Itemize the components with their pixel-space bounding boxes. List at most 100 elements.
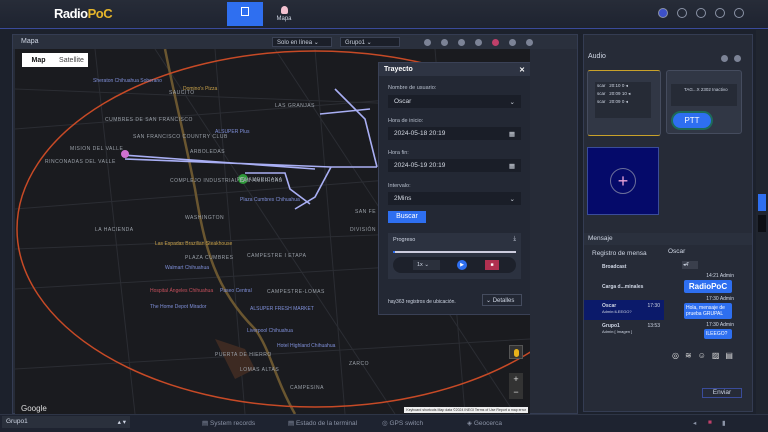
progress-slider[interactable] [393,251,516,253]
trajectory-panel: Trayecto ✕ Nombre de usuario: Oscar ⌄ Hora… [378,62,530,315]
gear-icon[interactable] [696,8,706,18]
message-bubble[interactable]: Hola, mensaje de prueba GRUPAL [684,303,732,319]
recording-list[interactable]: scar 20:10 0 ◂ scar 20:09 10 ◂ scar 20:0… [595,82,651,118]
map-poi[interactable]: Hospital Ángeles Chihuahua [150,288,213,294]
tab-mapa[interactable]: Mapa [266,2,302,26]
play-button[interactable]: ▶ [457,260,467,270]
field-label: Hora fin: [388,150,409,156]
volume-icon[interactable]: ◂ [693,419,696,427]
map-attribution[interactable]: Keyboard shortcuts Map data ©2024 INEGI … [404,407,528,413]
route-icon[interactable] [475,39,482,46]
conversation-item[interactable]: Grupo1 13:53 Admin:[ Imagen ] [584,320,664,340]
map-poi[interactable]: Plaza Cumbres Chihuahua [240,197,300,203]
map-label: LOMAS ALTAS [240,367,280,373]
logo: RadioPoC [54,6,113,21]
map-label: CAMPESTRE I ETAPA [247,253,307,259]
recording-row[interactable]: scar 20:10 0 ◂ [595,82,651,90]
field-label: Hora de inicio: [388,118,424,124]
map-poi[interactable]: Liverpool Chihuahua [247,328,293,334]
side-tab-icon[interactable] [758,215,766,232]
map-label: MISION DEL VALLE [70,146,124,152]
mic-icon[interactable]: ▮ [722,419,726,427]
plus-icon: + [610,168,636,194]
terminal-status-button[interactable]: ▤ Estado de la terminal [288,419,357,427]
zoom-in-button[interactable]: + [509,373,523,386]
side-strip [756,30,768,414]
recording-row[interactable]: scar 20:09 10 ◂ [595,90,651,98]
right-panel: Audio scar 20:10 0 ◂ scar 20:09 10 ◂ sca… [583,34,753,412]
chat-toolbar[interactable]: ◎≋☺▨▤ [672,351,739,360]
search-button[interactable]: Buscar [388,211,426,223]
playback-box: Progreso ⤓ 1x ⌄ ▶ ■ [388,233,521,279]
map-toggle-map[interactable]: Map [22,57,55,64]
top-bar: RadioPoC Mapa [0,0,768,29]
map-poi[interactable]: Sheraton Chihuahua Soberano [93,78,162,84]
zoom-control[interactable]: + − [509,373,523,399]
system-records-button[interactable]: ▤ System records [202,419,255,427]
select-value: Oscar [394,98,412,105]
lock-icon[interactable] [715,8,725,18]
gps-switch-button[interactable]: ◎ GPS switch [382,419,423,427]
voice-message[interactable]: ◂4' [682,261,698,269]
message-bubble[interactable]: ILEEGO? [704,329,732,339]
map-poi[interactable]: Paseo Central [220,288,252,294]
street-view-pegman-icon[interactable] [509,345,523,359]
playback-controls: 1x ⌄ ▶ ■ [393,257,516,273]
map-poi[interactable]: The Home Depot Mirador [150,304,206,310]
map-toggle-satellite[interactable]: Satellite [55,57,88,64]
map-type-toggle[interactable]: Map Satellite [22,53,88,67]
conversation-item[interactable]: Carga d...minales [584,280,664,300]
tab-dispatch[interactable] [227,2,263,26]
side-tab-music-icon[interactable] [758,194,766,211]
tool-icon[interactable] [441,39,448,46]
recording-row[interactable]: scar 20:09 0 ◂ [595,98,651,106]
details-button[interactable]: ⌄ Detalles [482,294,522,306]
mic-icon[interactable] [734,55,741,62]
ptt-button[interactable]: PTT [673,113,711,128]
stop-button[interactable]: ■ [485,260,499,270]
speaker-icon[interactable] [721,55,728,62]
power-icon[interactable] [734,8,744,18]
tool-icon[interactable] [458,39,465,46]
trajectory-icon[interactable] [492,39,499,46]
tool-icon[interactable] [526,39,533,46]
add-audio-slot[interactable]: + [587,147,659,215]
settings-icon[interactable] [677,8,687,18]
start-time-input[interactable]: 2024-05-18 20:19 ▦ [388,127,521,140]
zoom-out-button[interactable]: − [509,386,523,399]
send-button[interactable]: Enviar [702,388,742,398]
chevron-down-icon: ⌄ [509,99,515,106]
close-icon[interactable]: ✕ [519,66,525,74]
tool-icon[interactable] [424,39,431,46]
map-poi[interactable]: ALSUPER FRESH MARKET [250,306,314,312]
download-icon[interactable]: ⤓ [513,236,516,243]
online-filter-select[interactable]: Solo en línea ⌄ [272,37,332,47]
speed-select[interactable]: 1x ⌄ [413,260,440,270]
google-logo: Google [21,404,47,413]
group-select[interactable]: Grupo1 ▴ ▾ [2,416,130,428]
record-icon[interactable]: ■ [708,419,712,426]
select-value: Grupo1 [345,40,366,46]
tool-icon[interactable] [509,39,516,46]
audio-title: Audio [588,53,606,60]
conversation-item-active[interactable]: Oscar 17:30 Admin:ILEEGO? [584,300,664,320]
map-poi[interactable]: ALSUPER Plus [215,129,249,135]
map-canvas[interactable]: E Map Satellite SAUCITO LAS GRANJAS PANA… [15,49,530,414]
geofence-button[interactable]: ◈ Geocerca [467,419,502,427]
dispatch-icon [241,7,249,16]
select-value: Solo en línea [277,40,313,46]
message-image[interactable]: RadioPoC [684,280,732,293]
button-label: Detalles [492,298,515,304]
map-poi[interactable]: Las Espadas Brazilian Steakhouse [155,241,232,247]
map-poi[interactable]: Domino's Pizza [183,86,217,92]
calendar-icon: ▦ [508,163,515,170]
end-time-input[interactable]: 2024-05-19 20:19 ▦ [388,159,521,172]
group-select[interactable]: Grupo1 ⌄ [340,37,400,47]
map-poi[interactable]: Walmart Chihuahua [165,265,209,271]
map-poi[interactable]: Hotel Highland Chihuahua [277,343,335,349]
user-select[interactable]: Oscar ⌄ [388,95,521,108]
user-icon[interactable] [658,8,668,18]
interval-select[interactable]: 2Mins ⌄ [388,192,521,205]
conversation-item[interactable]: Broadcast [584,260,664,280]
audio-wave-icon: ≋ [684,351,698,360]
